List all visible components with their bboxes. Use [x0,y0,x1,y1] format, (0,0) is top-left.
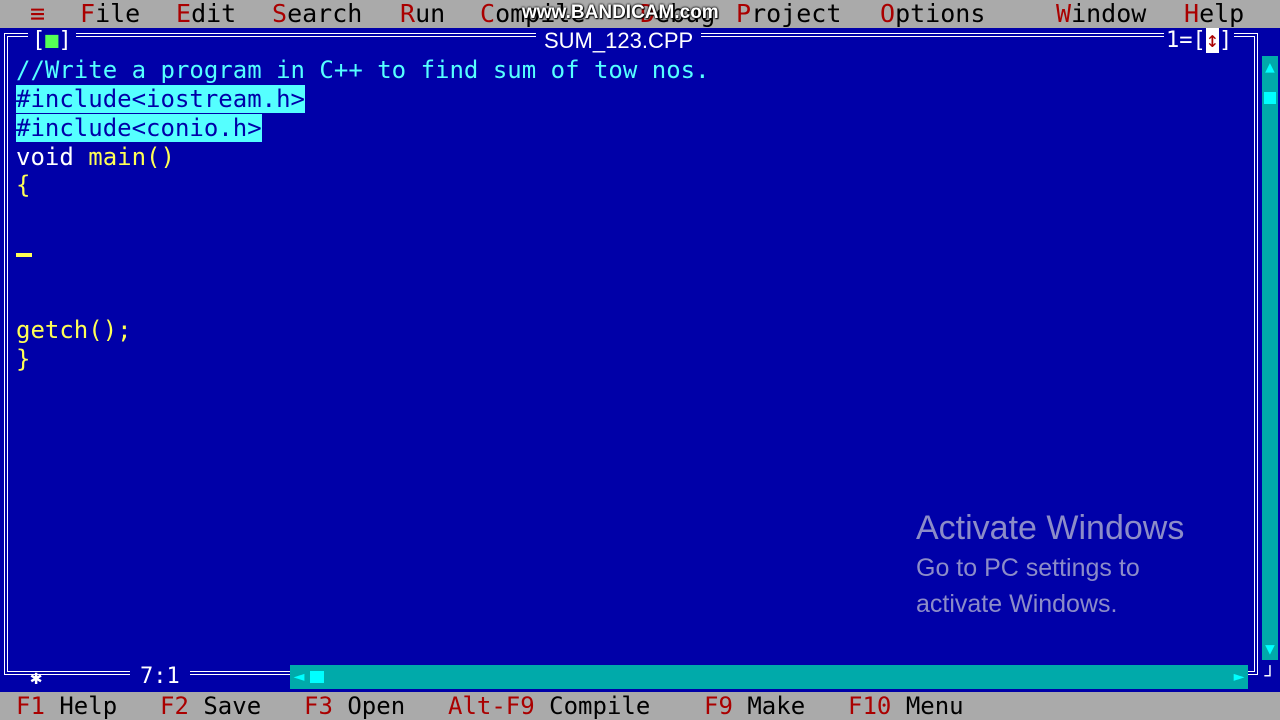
code-line-include-iostream: #include<iostream.h> [16,85,305,113]
menu-hotkey: C [480,0,496,28]
menu-hotkey: E [176,0,192,28]
window-number-and-zoom: 1=[↕] [1164,28,1235,54]
menu-project[interactable]: Project [736,0,841,28]
menu-file[interactable]: File [80,0,140,28]
fkey-desc: Help [59,692,118,720]
activation-headline: Activate Windows [916,509,1185,547]
menu-hotkey: P [736,0,752,28]
fkey-compile[interactable]: Alt-F9 Compile [448,692,650,720]
keyword: void [16,143,74,171]
fkey-desc: Make [747,692,806,720]
window-move-handle[interactable]: ✱ [30,665,42,689]
recorder-watermark: www.BANDICAM.com [522,2,719,23]
menu-label: roject [751,0,842,28]
close-box-bracket: ] [58,28,72,53]
fkey-save[interactable]: F2 Save [160,692,261,720]
fkey-open[interactable]: F3 Open [304,692,405,720]
fkey-help[interactable]: F1 Help [16,692,117,720]
zoom-bracket: ] [1219,28,1233,53]
menu-hotkey: F [80,0,96,28]
activation-line-1: Go to PC settings to [916,554,1140,582]
zoom-button[interactable]: [↕] [1192,28,1233,53]
menu-hotkey: O [880,0,896,28]
zoom-bracket: [ [1192,28,1206,53]
fkey-desc: Open [347,692,406,720]
fkey-key: F9 [704,692,733,720]
menu-hotkey: R [400,0,416,28]
menu-label: elp [1199,0,1245,28]
scroll-right-icon[interactable]: ► [1230,665,1248,689]
menu-help[interactable]: Help [1184,0,1244,28]
scroll-down-icon[interactable]: ▼ [1262,638,1278,660]
close-box-bracket: [ [32,28,46,53]
code-line-open-brace: { [16,171,31,199]
system-menu-icon[interactable]: ≡ [30,0,45,28]
code-line-close-brace: } [16,345,31,373]
vertical-scrollbar[interactable]: ▲ ▼ [1262,56,1278,660]
window-number: 1= [1166,28,1193,53]
menu-label: dit [191,0,237,28]
menu-search[interactable]: Search [272,0,362,28]
menu-hotkey: H [1184,0,1200,28]
menu-label: indow [1071,0,1147,28]
fkey-desc: Compile [549,692,651,720]
close-icon: ■ [45,28,59,53]
windows-activation-notice: Activate Windows Go to PC settings to ac… [916,506,1184,622]
code-line-main: void main() [16,143,175,171]
zoom-icon: ↕ [1205,28,1219,53]
fkey-key: Alt-F9 [448,692,535,720]
menu-hotkey: W [1056,0,1072,28]
menu-hotkey: S [272,0,288,28]
fkey-desc: Save [203,692,262,720]
menu-run[interactable]: Run [400,0,445,28]
menu-options[interactable]: Options [880,0,985,28]
horizontal-scrollbar[interactable]: ◄ ► [290,665,1248,689]
fkey-make[interactable]: F9 Make [704,692,805,720]
fkey-menu[interactable]: F10 Menu [848,692,964,720]
menu-label: ptions [895,0,986,28]
window-title: SUM_123.CPP [536,28,702,54]
activation-line-2: activate Windows. [916,590,1118,618]
menu-edit[interactable]: Edit [176,0,236,28]
fkey-key: F1 [16,692,45,720]
fkey-key: F3 [304,692,333,720]
include-directive: #include<conio.h> [16,114,262,142]
function-key-bar: F1 Help F2 Save F3 Open Alt-F9 Compile F… [0,692,1280,720]
horizontal-scroll-thumb[interactable] [310,671,324,683]
text-cursor [16,253,32,257]
code-line-getch: getch(); [16,316,132,344]
code-line-comment: //Write a program in C++ to find sum of … [16,56,710,84]
function-name: main() [73,143,175,171]
scroll-left-icon[interactable]: ◄ [290,665,308,689]
menu-label: earch [287,0,363,28]
include-directive: #include<iostream.h> [16,85,305,113]
fkey-key: F2 [160,692,189,720]
menu-label: un [415,0,446,28]
fkey-desc: Menu [905,692,964,720]
cursor-position: 7:1 [130,665,190,689]
vertical-scroll-thumb[interactable] [1264,92,1276,104]
code-line-include-conio: #include<conio.h> [16,114,262,142]
menu-label: ile [95,0,141,28]
close-box[interactable]: [■] [28,28,76,54]
scroll-up-icon[interactable]: ▲ [1262,56,1278,78]
resize-handle-icon[interactable]: ┘ [1262,665,1278,689]
fkey-key: F10 [848,692,892,720]
code-editor[interactable]: //Write a program in C++ to find sum of … [16,56,710,373]
menu-window[interactable]: Window [1056,0,1146,28]
